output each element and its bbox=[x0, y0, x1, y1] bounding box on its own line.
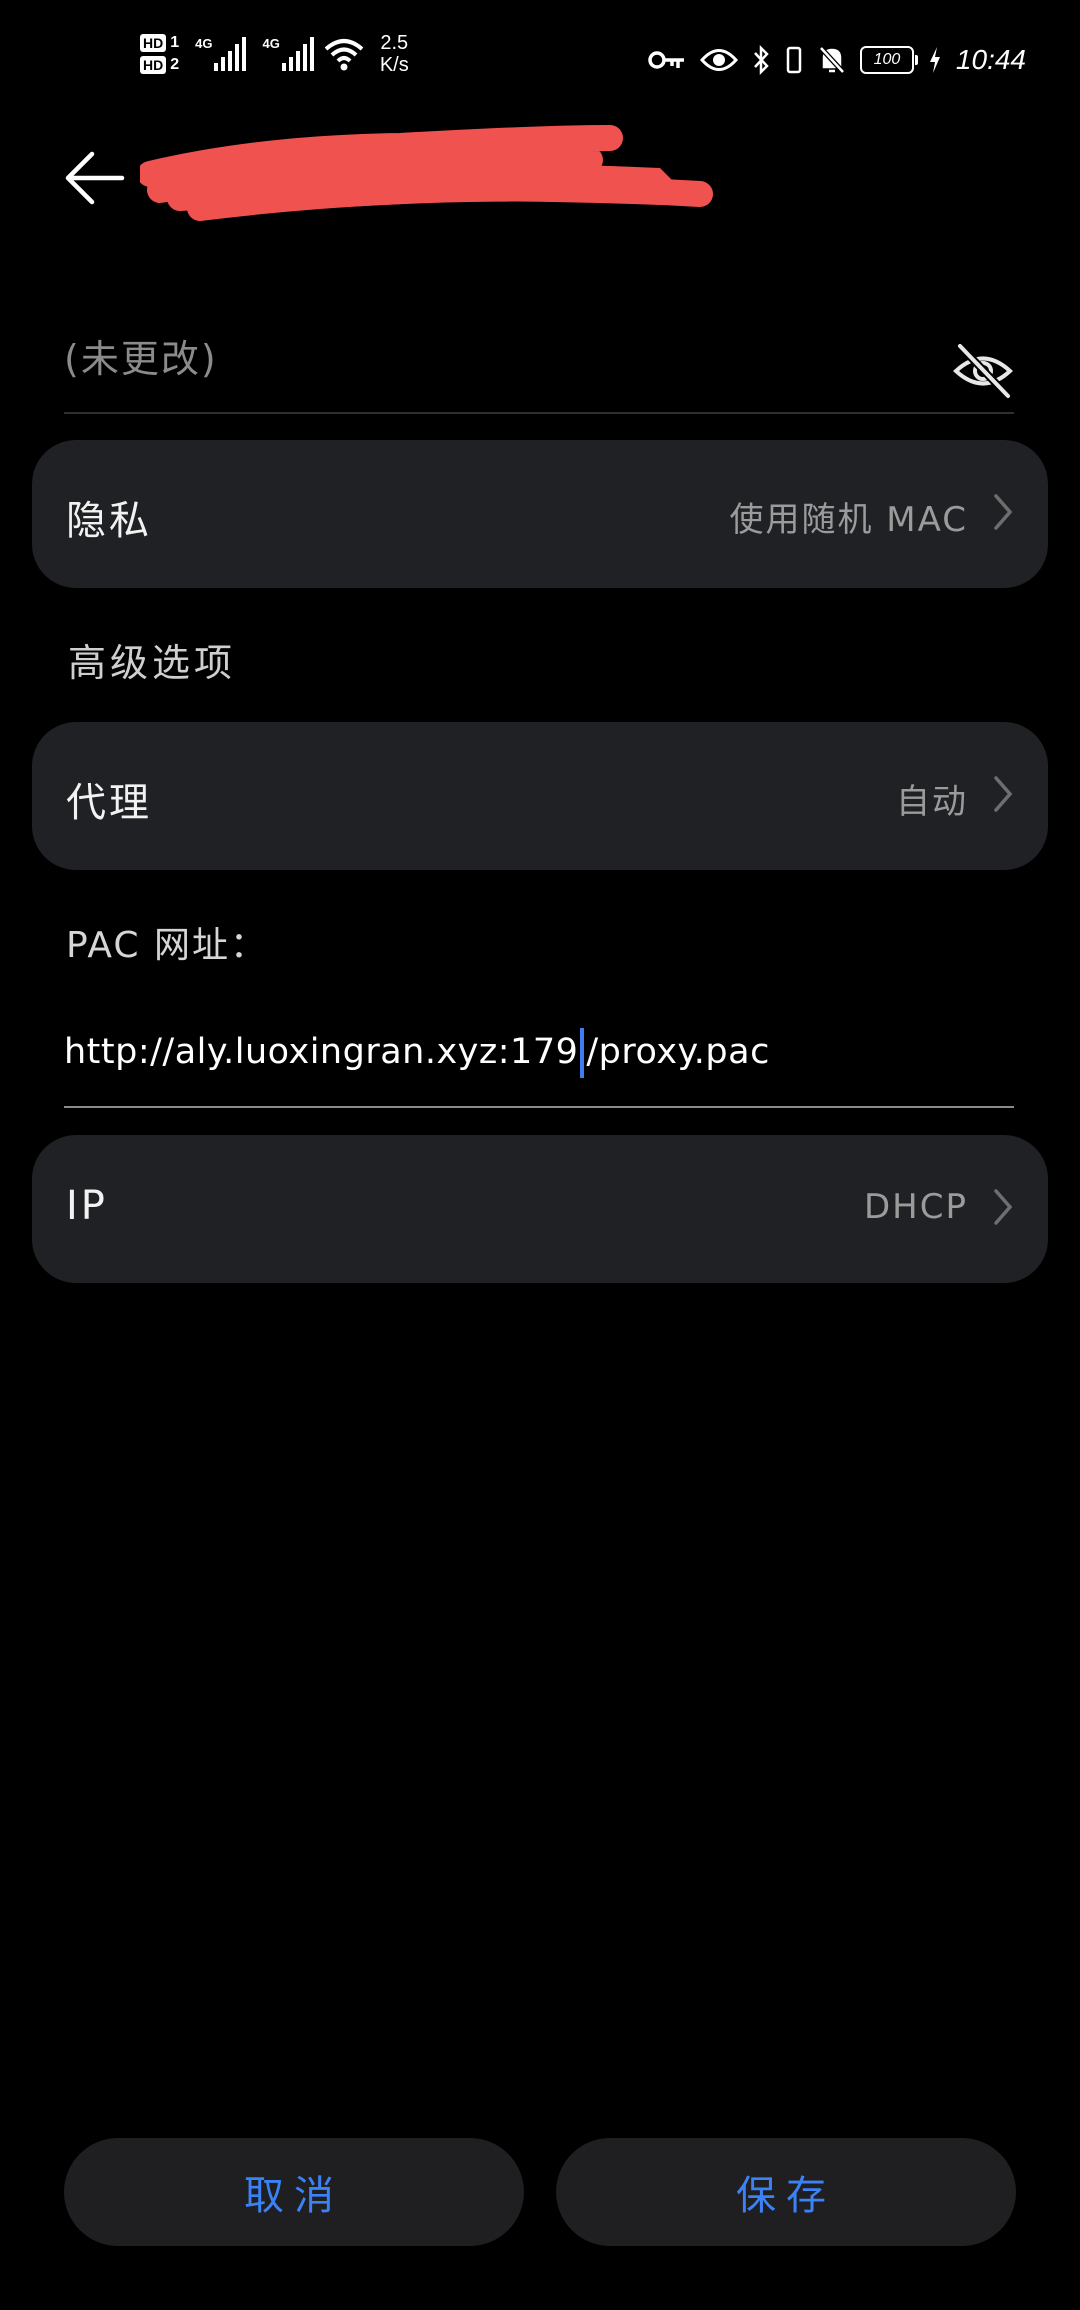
pac-url-before-cursor: http://aly.luoxingran.xyz:179 bbox=[64, 1032, 579, 1072]
save-button[interactable]: 保存 bbox=[556, 2138, 1016, 2246]
privacy-label: 隐私 bbox=[66, 498, 152, 544]
bluetooth-icon bbox=[754, 45, 769, 75]
chevron-right-icon bbox=[994, 776, 1013, 812]
network-speed-value: 2.5 bbox=[380, 32, 409, 54]
proxy-row[interactable]: 代理 自动 bbox=[32, 722, 1048, 870]
bell-off-icon bbox=[819, 46, 845, 74]
privacy-row[interactable]: 隐私 使用随机 MAC bbox=[32, 440, 1048, 588]
ip-row[interactable]: IP DHCP bbox=[32, 1135, 1048, 1283]
pac-url-label: PAC 网址： bbox=[66, 925, 268, 966]
privacy-value: 使用随机 MAC bbox=[729, 500, 968, 540]
clock: 10:44 bbox=[955, 44, 1026, 75]
network-speed: 2.5 K/s bbox=[380, 32, 409, 76]
sim1-hd-badge: HD bbox=[140, 34, 167, 52]
eye-icon bbox=[699, 49, 738, 71]
redacted-network-name bbox=[140, 125, 713, 221]
pac-url-after-cursor: /proxy.pac bbox=[586, 1032, 770, 1072]
status-right: 100 10:44 bbox=[648, 44, 1026, 76]
eye-off-icon[interactable] bbox=[952, 340, 1014, 402]
key-icon bbox=[648, 51, 684, 69]
sim1-number: 1 bbox=[170, 34, 180, 51]
ip-label: IP bbox=[66, 1183, 108, 1229]
advanced-options-heading: 高级选项 bbox=[68, 641, 237, 685]
status-left: HD 1 HD 2 4G 4G 2.5 K/s bbox=[140, 32, 409, 76]
ip-value: DHCP bbox=[864, 1187, 968, 1227]
arrow-left-icon[interactable] bbox=[62, 148, 132, 208]
sim-indicators: HD 1 HD 2 bbox=[140, 34, 179, 74]
network-speed-unit: K/s bbox=[379, 54, 409, 76]
pac-url-value: http://aly.luoxingran.xyz:179/proxy.pac bbox=[64, 1028, 770, 1078]
signal-icon: 4G bbox=[262, 36, 314, 71]
chevron-right-icon bbox=[994, 1189, 1013, 1225]
text-cursor bbox=[580, 1028, 585, 1078]
network-type-2: 4G bbox=[262, 36, 280, 51]
charging-icon bbox=[929, 47, 940, 73]
cancel-button[interactable]: 取消 bbox=[64, 2138, 524, 2246]
password-placeholder: (未更改) bbox=[64, 337, 218, 381]
pac-url-input[interactable]: http://aly.luoxingran.xyz:179/proxy.pac bbox=[64, 1016, 1014, 1108]
wifi-icon bbox=[324, 39, 364, 71]
proxy-label: 代理 bbox=[66, 780, 152, 826]
password-field[interactable]: (未更改) bbox=[64, 320, 1014, 414]
battery-level: 100 bbox=[873, 51, 901, 68]
sim2-hd-badge: HD bbox=[140, 56, 167, 74]
status-bar: HD 1 HD 2 4G 4G 2.5 K/s 100 10:44 bbox=[0, 0, 1080, 120]
chevron-right-icon bbox=[994, 494, 1013, 530]
network-type-1: 4G bbox=[195, 36, 213, 51]
vibrate-icon bbox=[786, 46, 802, 74]
sim2-number: 2 bbox=[170, 56, 180, 73]
signal-icon: 4G bbox=[195, 36, 247, 71]
proxy-value: 自动 bbox=[896, 782, 968, 822]
battery-icon: 100 bbox=[859, 46, 918, 74]
